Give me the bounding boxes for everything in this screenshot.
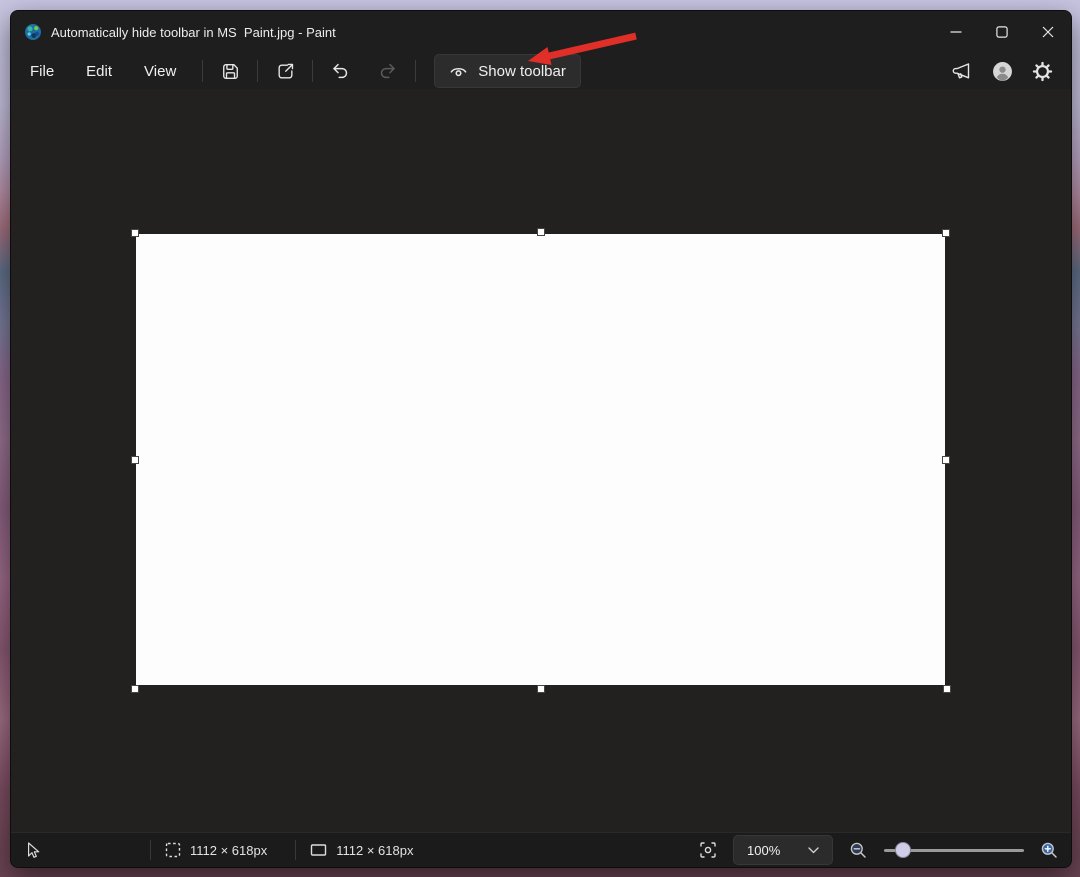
zoom-out-icon bbox=[849, 841, 868, 860]
account-icon[interactable] bbox=[992, 61, 1013, 82]
statusbar-left: 1112 × 618px 1112 × 618px bbox=[11, 840, 413, 860]
window-title: Automatically hide toolbar in MS Paint.j… bbox=[51, 25, 336, 40]
selection-size-indicator: 1112 × 618px bbox=[165, 842, 267, 858]
menubar-separator bbox=[415, 60, 416, 82]
chevron-down-icon bbox=[808, 847, 819, 854]
menubar: File Edit View bbox=[11, 53, 1071, 89]
statusbar-separator bbox=[295, 840, 296, 860]
cursor-arrow-icon bbox=[24, 841, 40, 860]
show-toolbar-button[interactable]: Show toolbar bbox=[434, 54, 581, 88]
share-button[interactable] bbox=[268, 54, 302, 88]
selection-handle-bottom-left[interactable] bbox=[131, 685, 139, 693]
window-controls bbox=[933, 11, 1071, 53]
selection-handle-bottom-right[interactable] bbox=[943, 685, 951, 693]
menu-view[interactable]: View bbox=[133, 58, 187, 85]
paint-window: Automatically hide toolbar in MS Paint.j… bbox=[10, 10, 1072, 868]
menu-file[interactable]: File bbox=[19, 58, 65, 85]
maximize-icon bbox=[996, 26, 1008, 38]
eye-icon bbox=[449, 62, 468, 81]
image-size-text: 1112 × 618px bbox=[336, 843, 413, 858]
selection-handle-top-right[interactable] bbox=[942, 229, 950, 237]
workspace bbox=[11, 89, 1071, 832]
selection-handle-top-left[interactable] bbox=[131, 229, 139, 237]
show-toolbar-label: Show toolbar bbox=[478, 63, 566, 80]
selection-size-text: 1112 × 618px bbox=[190, 843, 267, 858]
image-size-indicator: 1112 × 618px bbox=[310, 842, 413, 858]
zoom-slider[interactable] bbox=[884, 842, 1024, 858]
menubar-separator bbox=[257, 60, 258, 82]
fit-to-screen-button[interactable] bbox=[699, 841, 717, 859]
statusbar-right: 100% bbox=[699, 835, 1071, 865]
menubar-separator bbox=[312, 60, 313, 82]
fit-to-screen-icon bbox=[699, 841, 717, 859]
zoom-slider-thumb[interactable] bbox=[895, 842, 911, 858]
undo-button[interactable] bbox=[323, 54, 357, 88]
statusbar-separator bbox=[150, 840, 151, 860]
zoom-level-dropdown[interactable]: 100% bbox=[733, 835, 833, 865]
minimize-button[interactable] bbox=[933, 11, 979, 53]
selection-size-icon bbox=[165, 842, 181, 858]
statusbar: 1112 × 618px 1112 × 618px 100% bbox=[11, 832, 1071, 867]
undo-icon bbox=[330, 61, 350, 81]
settings-gear-icon[interactable] bbox=[1032, 61, 1053, 82]
selection-handle-middle-right[interactable] bbox=[942, 456, 950, 464]
minimize-icon bbox=[950, 26, 962, 38]
selection-handle-top-center[interactable] bbox=[537, 228, 545, 236]
zoom-in-button[interactable] bbox=[1040, 841, 1059, 860]
close-icon bbox=[1042, 26, 1054, 38]
maximize-button[interactable] bbox=[979, 11, 1025, 53]
redo-icon bbox=[378, 61, 398, 81]
zoom-level-value: 100% bbox=[747, 843, 780, 858]
image-size-icon bbox=[310, 842, 327, 858]
paint-palette-icon bbox=[24, 23, 42, 41]
menubar-separator bbox=[202, 60, 203, 82]
share-icon bbox=[276, 62, 295, 81]
save-icon bbox=[221, 62, 240, 81]
selection-handle-middle-left[interactable] bbox=[131, 456, 139, 464]
drawing-canvas[interactable] bbox=[136, 234, 945, 685]
zoom-out-button[interactable] bbox=[849, 841, 868, 860]
selection-handle-bottom-center[interactable] bbox=[537, 685, 545, 693]
menu-edit[interactable]: Edit bbox=[75, 58, 123, 85]
redo-button[interactable] bbox=[371, 54, 405, 88]
menubar-right bbox=[951, 61, 1059, 82]
save-button[interactable] bbox=[213, 54, 247, 88]
close-button[interactable] bbox=[1025, 11, 1071, 53]
titlebar-left: Automatically hide toolbar in MS Paint.j… bbox=[11, 23, 336, 41]
feedback-megaphone-icon[interactable] bbox=[951, 61, 973, 81]
titlebar: Automatically hide toolbar in MS Paint.j… bbox=[11, 11, 1071, 53]
zoom-in-icon bbox=[1040, 841, 1059, 860]
